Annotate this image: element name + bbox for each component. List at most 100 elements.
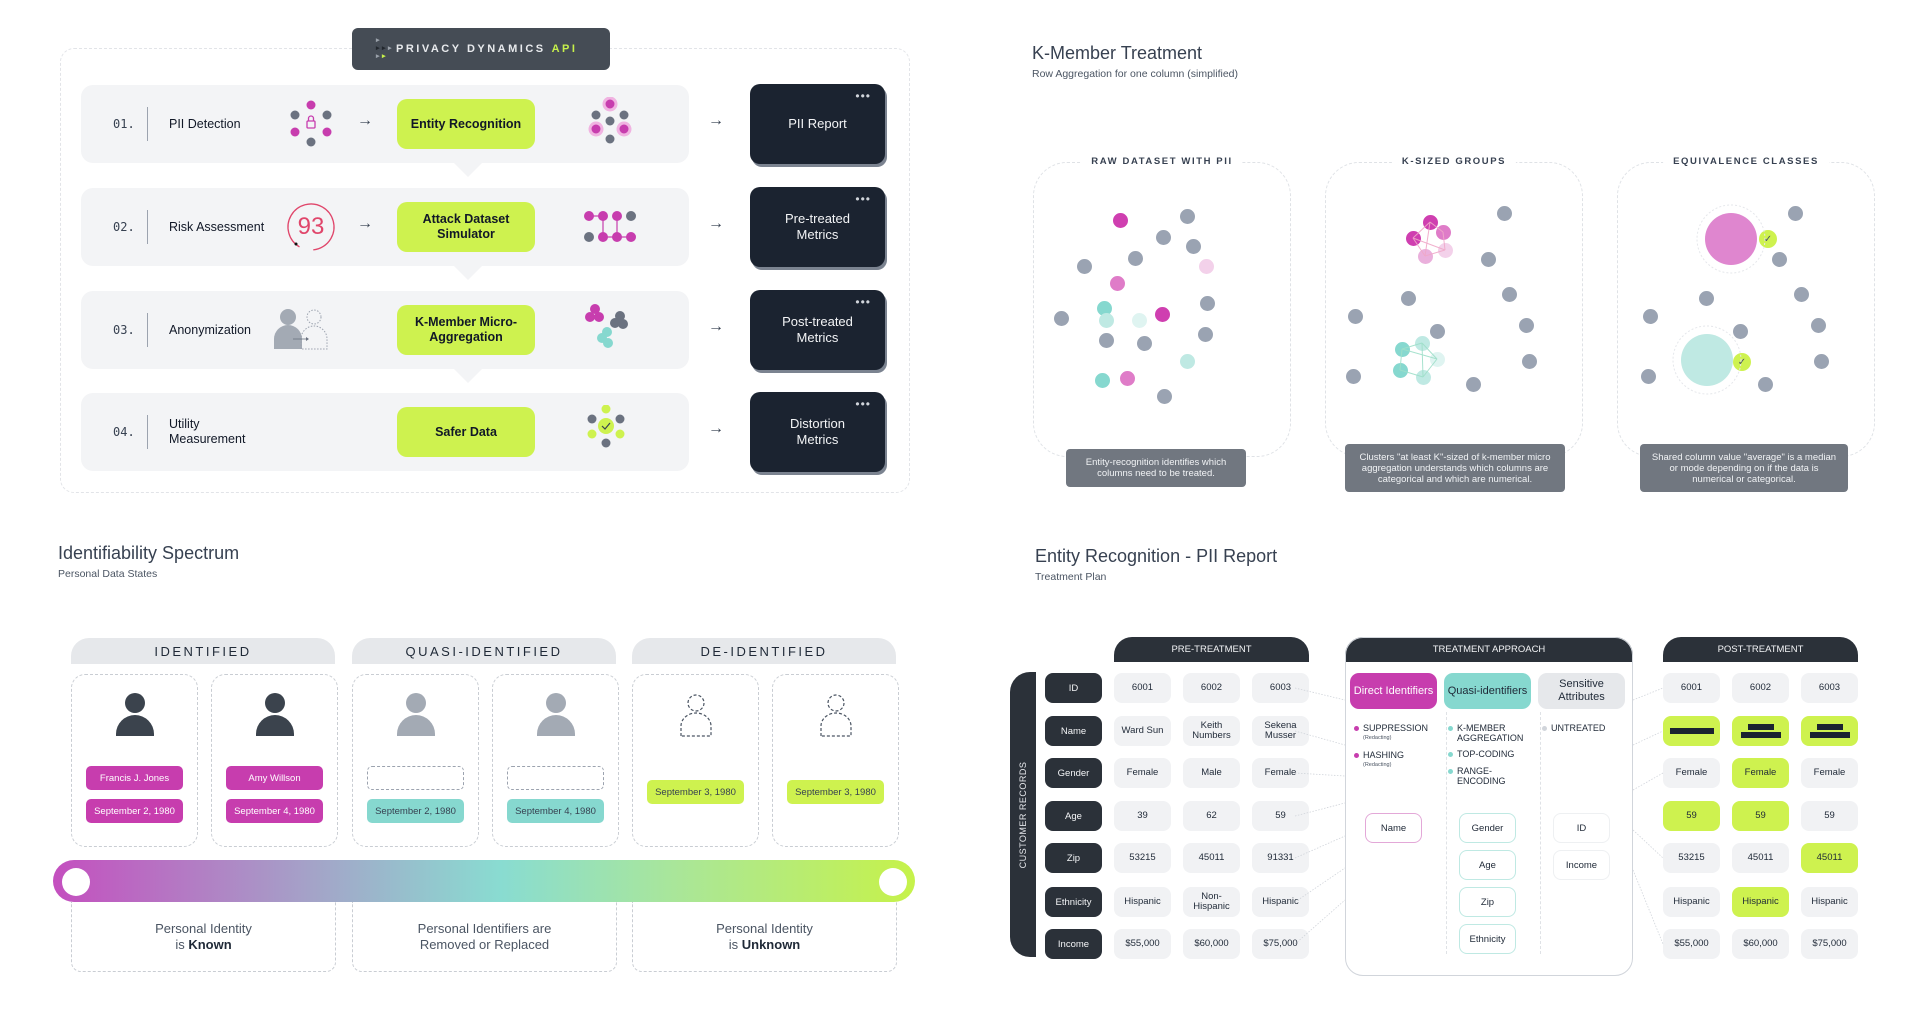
desc-deidentified: Personal Identity is Unknown (632, 902, 897, 972)
anonymous-person-icon (677, 693, 715, 739)
removed-name-placeholder (507, 766, 604, 790)
post-treatment-header: POST-TREATMENT (1663, 637, 1858, 662)
bullet-icon (1354, 753, 1359, 759)
treatment-method: RANGE-ENCODING (1448, 766, 1533, 786)
pre-treatment-cell: Keith Numbers (1183, 716, 1240, 746)
bullet-icon (1448, 726, 1453, 732)
caption-raw: Entity-recognition identifies which colu… (1066, 449, 1246, 487)
pre-treatment-cell: 6002 (1183, 673, 1240, 703)
pre-treatment-header: PRE-TREATMENT (1114, 637, 1309, 662)
post-treatment-cell: Female (1801, 758, 1858, 788)
post-treatment-cell: Hispanic (1732, 887, 1789, 917)
field-label: Name (1045, 716, 1102, 746)
method-note: (Redacting) (1363, 762, 1392, 768)
field-label: Ethnicity (1045, 887, 1102, 917)
approach-divider (1446, 712, 1447, 954)
field-tag: Gender (1459, 813, 1516, 843)
pre-treatment-cell: $75,000 (1252, 929, 1309, 959)
method-name: TOP-CODING (1457, 749, 1515, 759)
spectrum-title: Identifiability Spectrum (58, 543, 240, 563)
pre-treatment-cell: 6003 (1252, 673, 1309, 703)
approach-category: Direct Identifiers (1350, 673, 1437, 709)
approach-category: Sensitive Attributes (1538, 673, 1625, 709)
field-tag: Income (1553, 850, 1610, 880)
customer-records-label: CUSTOMER RECORDS (1010, 672, 1036, 957)
treatment-method: HASHING (Redacting) (1354, 750, 1439, 770)
approach-category: Quasi-identifiers (1444, 673, 1531, 709)
method-name: RANGE-ENCODING (1457, 766, 1506, 786)
pre-treatment-cell: Sekena Musser (1252, 716, 1309, 746)
pre-treatment-cell: 6001 (1114, 673, 1171, 703)
desc-line: Personal Identity (155, 920, 252, 936)
pre-treatment-cell: Male (1183, 758, 1240, 788)
redacted-cell (1732, 716, 1789, 746)
person-card-quasi: September 4, 1980 (492, 674, 619, 847)
desc-line: is Known (175, 936, 232, 952)
person-icon (116, 693, 154, 739)
field-tag: Name (1365, 813, 1422, 843)
generalized-date-pill: September 3, 1980 (787, 780, 884, 804)
bullet-icon (1448, 769, 1453, 775)
person-card-identified: Francis J. Jones September 2, 1980 (71, 674, 198, 847)
field-label: Gender (1045, 758, 1102, 788)
birthdate-pill: September 2, 1980 (86, 799, 183, 823)
treatment-method: UNTREATED (1542, 723, 1627, 733)
birthdate-pill: September 4, 1980 (507, 799, 604, 823)
person-card-quasi: September 2, 1980 (352, 674, 479, 847)
birthdate-pill: September 4, 1980 (226, 799, 323, 823)
method-name: SUPPRESSION (1363, 723, 1429, 733)
pre-treatment-cell: Non-Hispanic (1183, 887, 1240, 917)
redacted-cell (1801, 716, 1858, 746)
pre-treatment-cell: 91331 (1252, 843, 1309, 873)
desc-line: Personal Identity (716, 920, 813, 936)
desc-identified: Personal Identity is Known (71, 902, 336, 972)
approach-divider (1540, 712, 1541, 954)
person-icon (256, 693, 294, 739)
treatment-method: SUPPRESSION (Redacting) (1354, 723, 1439, 743)
person-card-deidentified: September 3, 1980 (772, 674, 899, 847)
desc-line: Personal Identifiers are (417, 920, 552, 936)
pre-treatment-cell: 62 (1183, 801, 1240, 831)
post-treatment-cell: Female (1663, 758, 1720, 788)
redaction-bar (1809, 732, 1850, 738)
field-label: Age (1045, 801, 1102, 831)
method-name: UNTREATED (1551, 723, 1606, 733)
person-card-deidentified: September 3, 1980 (632, 674, 759, 847)
post-treatment-cell: Female (1732, 758, 1789, 788)
bullet-icon (1542, 726, 1547, 732)
redaction-bar (1740, 732, 1781, 738)
name-pill: Amy Willson (226, 766, 323, 790)
spectrum-end-knob (879, 868, 907, 896)
post-treatment-cell: 6003 (1801, 673, 1858, 703)
field-tag: ID (1553, 813, 1610, 843)
pii-report-subtitle: Treatment Plan (1035, 571, 1107, 583)
redaction-bar (1747, 724, 1774, 730)
pre-treatment-cell: 59 (1252, 801, 1309, 831)
redaction-bar (1669, 728, 1714, 734)
redaction-bar (1816, 724, 1843, 730)
field-tag: Zip (1459, 887, 1516, 917)
post-treatment-cell: 59 (1732, 801, 1789, 831)
name-pill: Francis J. Jones (86, 766, 183, 790)
desc-line: Removed or Replaced (419, 936, 550, 952)
field-tag: Ethnicity (1459, 924, 1516, 954)
method-name: HASHING (1363, 750, 1405, 760)
spectrum-subtitle: Personal Data States (58, 568, 158, 580)
treatment-method: TOP-CODING (1448, 749, 1533, 759)
identifiability-gradient-bar (53, 860, 915, 902)
post-treatment-cell: 45011 (1732, 843, 1789, 873)
field-label: Zip (1045, 843, 1102, 873)
birthdate-pill: September 2, 1980 (367, 799, 464, 823)
caption-groups: Clusters "at least K"-sized of k-member … (1345, 444, 1565, 492)
post-treatment-cell: Hispanic (1663, 887, 1720, 917)
method-name: K-MEMBER AGGREGATION (1457, 723, 1524, 743)
removed-name-placeholder (367, 766, 464, 790)
category-identified: IDENTIFIED (71, 638, 335, 664)
post-treatment-cell: 45011 (1801, 843, 1858, 873)
method-note: (Redacting) (1363, 735, 1392, 741)
post-treatment-cell: 53215 (1663, 843, 1720, 873)
category-de-identified: DE-IDENTIFIED (632, 638, 896, 664)
pre-treatment-cell: 39 (1114, 801, 1171, 831)
pre-treatment-cell: Ward Sun (1114, 716, 1171, 746)
anonymous-person-icon (817, 693, 855, 739)
